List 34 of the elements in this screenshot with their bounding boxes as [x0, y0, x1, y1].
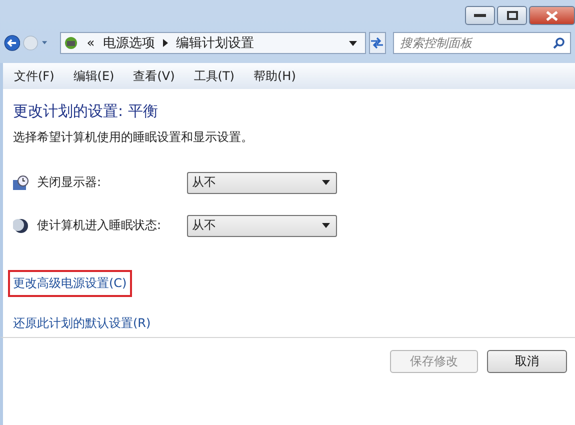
- moon-icon: [13, 218, 29, 234]
- page-heading: 更改计划的设置: 平衡: [13, 102, 159, 121]
- maximize-button[interactable]: [497, 6, 527, 25]
- breadcrumb-overflow[interactable]: «: [86, 36, 95, 51]
- menu-item[interactable]: 工具(T): [194, 68, 234, 85]
- dropdown-arrow-icon[interactable]: [348, 40, 357, 46]
- close-button[interactable]: [529, 6, 575, 25]
- maximize-icon: [506, 11, 518, 20]
- chevron-icon: [162, 39, 168, 48]
- address-bar[interactable]: « 电源选项 编辑计划设置: [60, 32, 366, 54]
- description-text: 选择希望计算机使用的睡眠设置和显示设置。: [13, 128, 254, 146]
- breadcrumb[interactable]: 编辑计划设置: [176, 34, 254, 52]
- breadcrumb[interactable]: 电源选项: [102, 34, 155, 52]
- dialog-button[interactable]: 取消: [487, 350, 567, 373]
- dropdown[interactable]: 从不: [187, 214, 337, 237]
- close-icon: [546, 10, 558, 20]
- menu-item[interactable]: 编辑(E): [73, 68, 114, 85]
- refresh-button[interactable]: [368, 32, 386, 54]
- setting-label: 关闭显示器:: [37, 174, 102, 192]
- minimize-icon: [474, 14, 486, 18]
- search-field[interactable]: 搜索控制面板: [393, 32, 571, 54]
- dropdown[interactable]: 从不: [187, 172, 337, 194]
- dropdown-arrow-icon: [322, 223, 330, 228]
- menu-item[interactable]: 文件(F): [14, 68, 54, 85]
- refresh-icon: [370, 37, 384, 50]
- monitor-clock-icon: [13, 174, 29, 191]
- link[interactable]: 更改高级电源设置(C): [8, 270, 132, 297]
- dropdown-arrow-icon: [322, 180, 330, 186]
- menu-item[interactable]: 帮助(H): [254, 68, 296, 85]
- link[interactable]: 还原此计划的默认设置(R): [8, 310, 156, 337]
- menu-item[interactable]: 查看(V): [133, 68, 175, 85]
- search-icon: [553, 37, 565, 50]
- minimize-button[interactable]: [465, 6, 495, 25]
- setting-label: 使计算机进入睡眠状态:: [37, 217, 162, 234]
